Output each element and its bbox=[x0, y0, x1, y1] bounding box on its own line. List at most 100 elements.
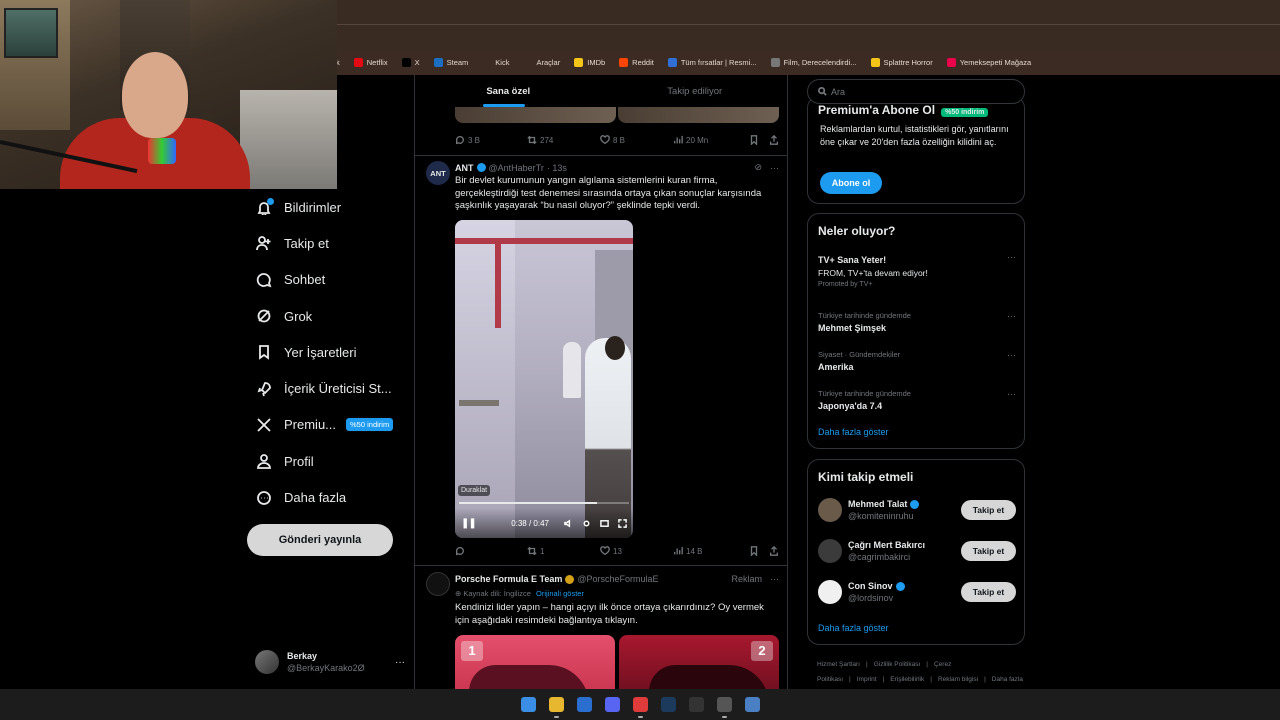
nav-item-chat[interactable]: Sohbet bbox=[247, 262, 407, 298]
trend-item[interactable]: Siyaset · Gündemdekiler Amerika ··· bbox=[818, 350, 1016, 372]
share-button[interactable] bbox=[769, 135, 779, 145]
chrome-icon[interactable] bbox=[548, 697, 564, 718]
bookmark-x[interactable]: X bbox=[401, 58, 420, 67]
pause-icon[interactable]: ❚❚ bbox=[461, 518, 477, 529]
avatar[interactable]: ANT bbox=[426, 161, 450, 185]
nav-item-add-user[interactable]: Takip et bbox=[247, 225, 407, 261]
more-icon[interactable]: ··· bbox=[1007, 311, 1016, 321]
bookmark-ara-lar[interactable]: Araçlar bbox=[523, 58, 560, 67]
tweet-time[interactable]: · 13s bbox=[547, 163, 567, 173]
footer-link[interactable]: Imprint bbox=[857, 676, 877, 683]
follow-suggestion[interactable]: Çağrı Mert Bakırcı @cagrimbakirci Takip et bbox=[818, 538, 1016, 564]
video-player[interactable]: Duraklat ❚❚ 0:38 / 0:47 bbox=[455, 220, 633, 538]
author-handle[interactable]: @PorscheFormulaE bbox=[577, 574, 658, 584]
media-player-icon[interactable] bbox=[632, 697, 648, 718]
more-icon[interactable]: ··· bbox=[1007, 252, 1016, 262]
nav-item-grok[interactable]: Grok bbox=[247, 298, 407, 334]
tab-for-you[interactable]: Sana özel bbox=[415, 75, 602, 107]
like-button[interactable]: 13 bbox=[600, 546, 673, 556]
notepad-icon[interactable] bbox=[744, 697, 760, 712]
nav-item-bell[interactable]: Bildirimler bbox=[247, 189, 407, 225]
ad-image[interactable]: 1 bbox=[455, 635, 615, 689]
trend-item[interactable]: TV+ Sana Yeter! FROM, TV+'ta devam ediyor… bbox=[818, 252, 1016, 288]
repost-button[interactable]: 1 bbox=[527, 546, 600, 556]
media-image[interactable] bbox=[618, 107, 779, 123]
views-button[interactable]: 14 B bbox=[673, 546, 747, 556]
mail-icon[interactable] bbox=[576, 697, 592, 712]
who-to-follow-card: Kimi takip etmeli Mehmed Talat @komitenin… bbox=[807, 459, 1025, 645]
author-name[interactable]: Porsche Formula E Team bbox=[455, 574, 562, 584]
discord-icon[interactable] bbox=[604, 697, 620, 712]
nav-item-x-logo[interactable]: Premiu... %50 indirim bbox=[247, 407, 407, 443]
ad-label: Reklam bbox=[731, 574, 762, 584]
tab-following[interactable]: Takip ediliyor bbox=[602, 75, 788, 107]
show-original-link[interactable]: Orijinali göster bbox=[536, 589, 584, 598]
ad-image[interactable]: 2 bbox=[619, 635, 779, 689]
more-icon[interactable]: ··· bbox=[770, 574, 779, 584]
footer-link[interactable]: Hizmet Şartları bbox=[817, 661, 860, 668]
bookmark-steam[interactable]: Steam bbox=[433, 58, 468, 67]
bookmark-kick[interactable]: Kick bbox=[482, 58, 509, 67]
footer-link[interactable]: Reklam bilgisi bbox=[938, 676, 978, 683]
video-controls: ❚❚ 0:38 / 0:47 bbox=[455, 508, 633, 538]
bookmark-button[interactable] bbox=[749, 546, 759, 556]
nav-item-bookmark[interactable]: Yer İşaretleri bbox=[247, 334, 407, 370]
bookmark-netflix[interactable]: Netflix bbox=[353, 58, 388, 67]
steam-icon[interactable] bbox=[660, 697, 676, 712]
nav-item-label: Yer İşaretleri bbox=[284, 344, 357, 360]
windows-start-icon[interactable] bbox=[520, 697, 536, 712]
epic-games-icon[interactable] bbox=[688, 697, 704, 712]
more-icon[interactable]: ··· bbox=[395, 657, 405, 668]
trends-show-more-link[interactable]: Daha fazla göster bbox=[818, 427, 889, 437]
bookmark-imdb[interactable]: IMDb bbox=[574, 58, 605, 67]
more-icon[interactable]: ··· bbox=[1007, 350, 1016, 360]
follow-button[interactable]: Takip et bbox=[961, 582, 1016, 602]
reply-button[interactable] bbox=[455, 546, 527, 556]
settings-icon[interactable] bbox=[581, 518, 591, 528]
bookmark-yemeksepeti-ma-aza[interactable]: Yemeksepeti Mağaza bbox=[946, 58, 1031, 67]
nav-item-more-circle[interactable]: Daha fazla bbox=[247, 479, 407, 515]
bookmark-reddit[interactable]: Reddit bbox=[619, 58, 654, 67]
translation-note: ⊕ Kaynak dili: İngilizce Orijinali göste… bbox=[455, 588, 773, 601]
volume-icon[interactable] bbox=[563, 518, 573, 528]
footer-link[interactable]: Erişilebilirlik bbox=[890, 676, 924, 683]
fullscreen-icon[interactable] bbox=[617, 518, 627, 528]
subscribe-button[interactable]: Abone ol bbox=[820, 172, 882, 194]
grok-icon[interactable]: ⊘ bbox=[754, 162, 762, 173]
trend-item[interactable]: Türkiye tarihinde gündemde Japonya'da 7.4… bbox=[818, 389, 1016, 411]
footer-link[interactable]: Gizlilik Politikası bbox=[874, 661, 921, 668]
bookmark-button[interactable] bbox=[749, 135, 759, 145]
account-switcher[interactable]: Berkay @BerkayKarako2Ø ··· bbox=[255, 647, 405, 677]
video-progress-bar[interactable] bbox=[459, 502, 629, 504]
nav-item-rocket[interactable]: İçerik Üreticisi St... bbox=[247, 370, 407, 406]
who-to-follow-show-more-link[interactable]: Daha fazla göster bbox=[818, 623, 889, 633]
more-icon[interactable]: ··· bbox=[1007, 389, 1016, 399]
obs-icon[interactable] bbox=[716, 697, 732, 718]
views-button[interactable]: 20 Mn bbox=[673, 135, 747, 145]
follow-suggestion[interactable]: Con Sinov @lordsinov Takip et bbox=[818, 579, 1016, 605]
author-name[interactable]: ANT bbox=[455, 163, 474, 173]
nav-item-person[interactable]: Profil bbox=[247, 443, 407, 479]
bookmark-t-m-f-rsatlar-resmi-[interactable]: Tüm fırsatlar | Resmi... bbox=[667, 58, 757, 67]
author-handle[interactable]: @AntHaberTr bbox=[489, 163, 544, 173]
follow-button[interactable]: Takip et bbox=[961, 541, 1016, 561]
reply-button[interactable]: 3 B bbox=[455, 135, 527, 145]
avatar[interactable] bbox=[818, 539, 842, 563]
avatar[interactable] bbox=[426, 572, 450, 596]
avatar[interactable] bbox=[818, 498, 842, 522]
follow-button[interactable]: Takip et bbox=[961, 500, 1016, 520]
more-icon[interactable]: ··· bbox=[770, 163, 779, 173]
share-button[interactable] bbox=[769, 546, 779, 556]
repost-button[interactable]: 274 bbox=[527, 135, 600, 145]
pip-icon[interactable] bbox=[599, 518, 609, 528]
search-input[interactable]: Ara bbox=[807, 79, 1025, 104]
post-button[interactable]: Gönderi yayınla bbox=[247, 524, 393, 556]
like-button[interactable]: 8 B bbox=[600, 135, 673, 145]
ad-images[interactable]: 1 2 bbox=[455, 635, 779, 689]
bookmark-film-derecelendirdi-[interactable]: Film, Derecelendirdi... bbox=[770, 58, 857, 67]
trend-item[interactable]: Türkiye tarihinde gündemde Mehmet Şimşek ·… bbox=[818, 311, 1016, 333]
bookmark-splattre-horror[interactable]: Splattre Horror bbox=[870, 58, 933, 67]
media-image[interactable] bbox=[455, 107, 616, 123]
avatar[interactable] bbox=[818, 580, 842, 604]
follow-suggestion[interactable]: Mehmed Talat @komiteninruhu Takip et bbox=[818, 497, 1016, 523]
